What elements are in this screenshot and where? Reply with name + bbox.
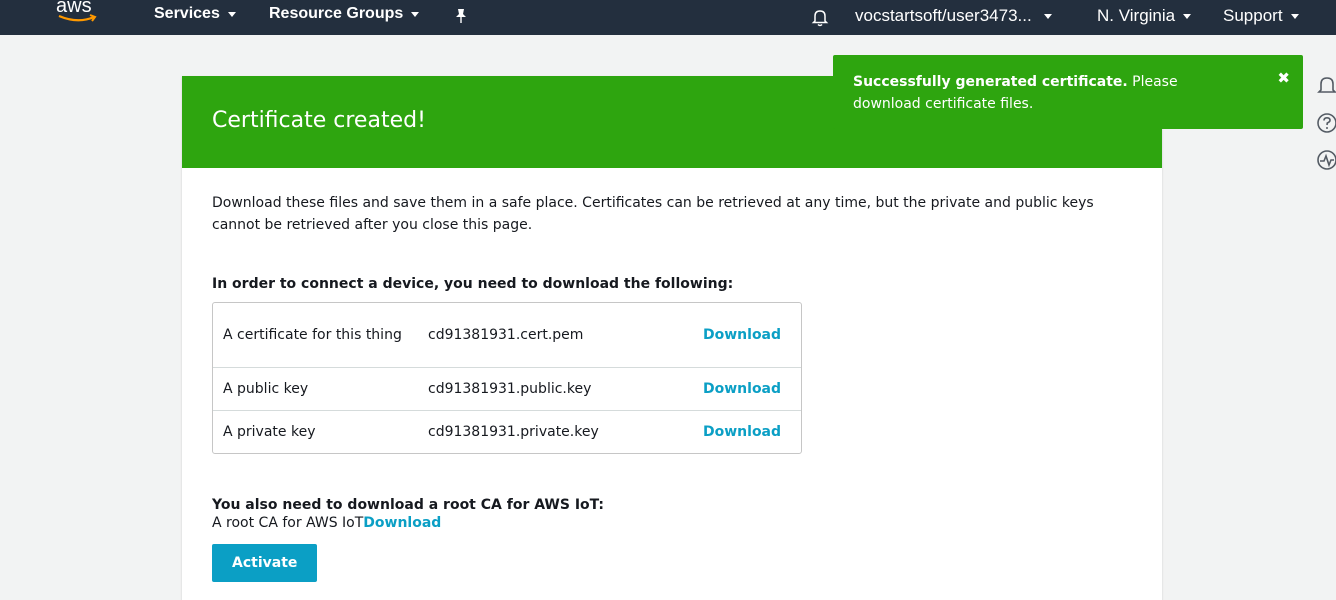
chevron-down-icon (1043, 13, 1052, 19)
activate-button[interactable]: Activate (212, 544, 318, 582)
region-menu[interactable]: N. Virginia (1097, 6, 1192, 26)
files-table: A certificate for this thing cd91381931.… (212, 302, 802, 454)
chevron-down-icon (1290, 13, 1299, 19)
download-public-key-link[interactable]: Download (703, 381, 781, 397)
account-label: vocstartsoft/user3473... (855, 6, 1032, 25)
activity-icon[interactable] (1316, 149, 1336, 171)
notification-bold: Successfully generated certificate. (853, 74, 1128, 90)
help-icon[interactable] (1316, 112, 1336, 134)
chevron-down-icon (227, 11, 236, 17)
close-icon[interactable]: ✖ (1277, 67, 1290, 89)
table-row: A certificate for this thing cd91381931.… (213, 303, 801, 367)
file-name: cd91381931.cert.pem (428, 327, 584, 343)
table-row: A private key cd91381931.private.key Dow… (213, 410, 801, 453)
chevron-down-icon (1183, 13, 1192, 19)
pin-icon[interactable] (454, 8, 468, 24)
chevron-down-icon (411, 11, 420, 17)
file-description: A public key (213, 367, 418, 410)
region-label: N. Virginia (1097, 6, 1176, 25)
resource-groups-label: Resource Groups (269, 5, 404, 22)
support-menu[interactable]: Support (1223, 6, 1299, 26)
file-name: cd91381931.private.key (418, 410, 693, 453)
card-body: Download these files and save them in a … (182, 168, 1162, 582)
section-title: In order to connect a device, you need t… (212, 276, 734, 292)
table-row: A public key cd91381931.public.key Downl… (213, 367, 801, 410)
notification-message: Successfully generated certificate. Plea… (853, 74, 1178, 112)
notifications-icon[interactable] (1316, 74, 1336, 96)
download-private-key-link[interactable]: Download (703, 424, 781, 440)
account-menu[interactable]: vocstartsoft/user3473... (855, 6, 1052, 26)
bell-icon[interactable] (810, 7, 830, 27)
download-cert-link[interactable]: Download (703, 327, 781, 343)
rootca-title: You also need to download a root CA for … (212, 497, 605, 513)
services-menu[interactable]: Services (154, 5, 236, 23)
services-label: Services (154, 5, 220, 22)
certificate-card: Certificate created! Download these file… (182, 76, 1162, 600)
success-notification: Successfully generated certificate. Plea… (833, 55, 1303, 129)
file-description: A private key (213, 410, 418, 453)
rootca-line: A root CA for AWS IoTDownload (212, 515, 1132, 531)
rootca-label: A root CA for AWS IoT (212, 515, 364, 531)
file-description: A certificate for this thing (223, 327, 402, 343)
file-name: cd91381931.public.key (418, 367, 693, 410)
download-rootca-link[interactable]: Download (363, 515, 441, 531)
resource-groups-menu[interactable]: Resource Groups (269, 5, 420, 23)
aws-smile-icon (58, 14, 97, 22)
aws-logo[interactable]: aws (56, 0, 102, 29)
support-label: Support (1223, 6, 1283, 25)
top-nav: aws Services Resource Groups vocstartsof… (0, 0, 1336, 35)
intro-text: Download these files and save them in a … (212, 195, 1094, 233)
